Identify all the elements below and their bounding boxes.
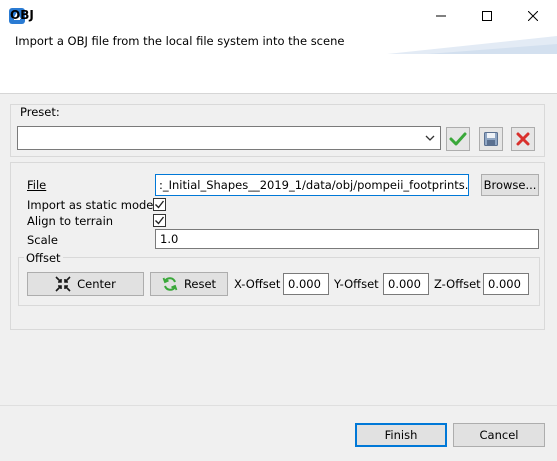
delete-x-icon [516, 132, 530, 146]
checkmark-icon [155, 200, 165, 209]
delete-preset-button[interactable] [511, 127, 535, 151]
cancel-button[interactable]: Cancel [453, 423, 545, 447]
refresh-icon [162, 277, 178, 291]
center-button[interactable]: Center [27, 272, 144, 296]
center-button-label: Center [77, 277, 116, 291]
maximize-button[interactable] [464, 0, 510, 31]
x-offset-label: X-Offset [234, 277, 281, 291]
close-icon [528, 10, 538, 21]
static-model-label: Import as static model [27, 198, 157, 212]
maximize-icon [482, 10, 492, 21]
z-offset-input[interactable]: 0.000 [483, 273, 529, 295]
scale-input[interactable]: 1.0 [155, 229, 539, 249]
z-offset-label: Z-Offset [434, 277, 481, 291]
reset-button[interactable]: Reset [150, 272, 228, 296]
save-disk-icon [484, 132, 498, 146]
y-offset-input[interactable]: 0.000 [383, 273, 429, 295]
banner-decoration [387, 36, 557, 54]
chevron-down-icon[interactable] [420, 126, 440, 150]
checkmark-icon [155, 216, 165, 225]
close-window-button[interactable] [510, 0, 556, 31]
file-label: File [27, 178, 47, 192]
x-offset-input[interactable]: 0.000 [283, 273, 329, 295]
reset-button-label: Reset [183, 277, 217, 291]
browse-button[interactable]: Browse... [481, 174, 539, 196]
align-terrain-checkbox[interactable] [153, 214, 166, 227]
minimize-button[interactable] [418, 0, 464, 31]
save-preset-button[interactable] [479, 127, 503, 151]
checkmark-icon [449, 132, 467, 146]
minimize-icon [436, 15, 446, 16]
apply-preset-button[interactable] [446, 127, 470, 151]
scale-label: Scale [27, 233, 58, 247]
center-arrows-icon [55, 276, 71, 292]
preset-label: Preset: [18, 105, 62, 119]
y-offset-label: Y-Offset [334, 277, 379, 291]
footer-divider [0, 405, 557, 406]
offset-label: Offset [24, 251, 63, 265]
finish-button[interactable]: Finish [355, 423, 447, 447]
dialog-title: OBJ [10, 8, 34, 22]
preset-combo[interactable] [17, 126, 441, 150]
file-path-input[interactable]: :_Initial_Shapes__2019_1/data/obj/pompei… [155, 174, 469, 196]
align-terrain-label: Align to terrain [27, 214, 114, 228]
dialog-description: Import a OBJ file from the local file sy… [15, 34, 345, 48]
static-model-checkbox[interactable] [153, 198, 166, 211]
